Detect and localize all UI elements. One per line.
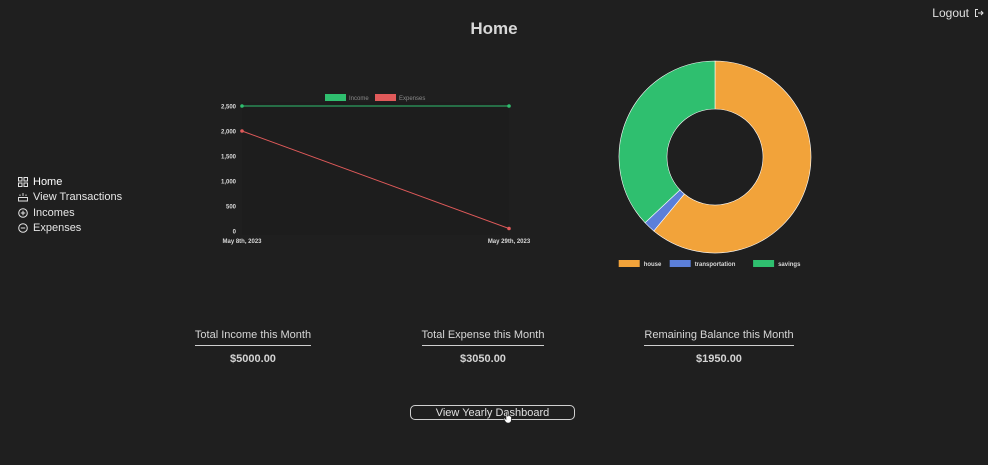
legend-swatch-expenses bbox=[375, 94, 396, 101]
expense-summary-label: Total Expense this Month bbox=[421, 329, 545, 346]
income-summary-label: Total Income this Month bbox=[194, 329, 312, 346]
minus-circle-icon bbox=[18, 223, 28, 234]
sidebar-item-incomes[interactable]: Incomes bbox=[18, 205, 122, 221]
y-tick-label: 0 bbox=[233, 230, 237, 236]
grid-icon bbox=[18, 176, 28, 187]
legend-label-expenses: Expenses bbox=[399, 96, 425, 102]
legend-label-income: Income bbox=[349, 96, 369, 102]
y-tick-label: 500 bbox=[226, 205, 237, 211]
page-title: Home bbox=[470, 19, 518, 38]
income-summary: Total Income this Month $5000.00 bbox=[193, 325, 313, 365]
balance-summary: Remaining Balance this Month $1950.00 bbox=[644, 325, 794, 365]
legend-label-house: house bbox=[644, 262, 662, 268]
legend-label-savings: savings bbox=[778, 262, 801, 268]
sidebar-item-label: Expenses bbox=[33, 222, 82, 235]
sidebar-item-home[interactable]: Home bbox=[18, 174, 122, 190]
sidebar-item-label: View Transactions bbox=[33, 191, 123, 204]
sidebar-nav: Home View Transactions Incomes Expenses bbox=[18, 174, 122, 236]
data-point-expenses bbox=[240, 129, 244, 133]
income-expense-line-chart: 0 500 1,000 1,500 2,000 2,500 May 8th, 2023 May… bbox=[221, 94, 531, 245]
plus-circle-icon bbox=[18, 207, 28, 218]
income-summary-value: $5000.00 bbox=[230, 353, 276, 365]
sidebar-item-label: Incomes bbox=[33, 206, 75, 219]
sidebar-item-label: Home bbox=[33, 175, 63, 188]
donut-slice-savings bbox=[618, 60, 716, 224]
y-tick-label: 2,500 bbox=[221, 105, 237, 111]
legend-label-transportation: transportation bbox=[695, 262, 736, 268]
logout-button[interactable]: Logout bbox=[932, 6, 984, 20]
y-tick-label: 2,000 bbox=[221, 130, 237, 136]
balance-summary-value: $1950.00 bbox=[696, 353, 742, 365]
sidebar-item-expenses[interactable]: Expenses bbox=[18, 221, 122, 237]
category-donut-chart: house transportation savings bbox=[618, 60, 812, 268]
y-tick-label: 1,000 bbox=[221, 180, 237, 186]
plot-area bbox=[242, 102, 509, 235]
logout-icon bbox=[974, 8, 984, 18]
hand-cursor-icon bbox=[503, 411, 513, 429]
data-point-income bbox=[507, 104, 511, 108]
x-tick-label: May 8th, 2023 bbox=[222, 239, 262, 245]
legend-swatch-savings bbox=[753, 260, 775, 267]
logout-label: Logout bbox=[932, 6, 969, 20]
transactions-icon bbox=[18, 192, 28, 202]
legend-swatch-transportation bbox=[669, 260, 691, 267]
expense-summary-value: $3050.00 bbox=[460, 353, 506, 365]
expense-summary: Total Expense this Month $3050.00 bbox=[420, 325, 546, 365]
data-point-expenses bbox=[507, 226, 511, 231]
balance-summary-label: Remaining Balance this Month bbox=[644, 329, 794, 346]
legend-swatch-house bbox=[618, 260, 640, 267]
data-point-income bbox=[240, 104, 244, 108]
view-yearly-dashboard-button[interactable]: View Yearly Dashboard bbox=[410, 405, 575, 420]
x-tick-label: May 29th, 2023 bbox=[488, 239, 531, 245]
sidebar-item-view-transactions[interactable]: View Transactions bbox=[18, 190, 122, 206]
legend-swatch-income bbox=[325, 94, 346, 101]
y-tick-label: 1,500 bbox=[221, 155, 237, 161]
